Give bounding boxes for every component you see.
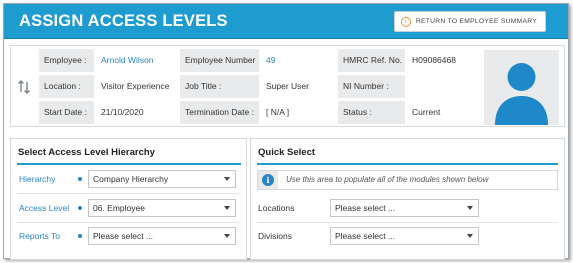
chevron-down-icon xyxy=(224,234,230,238)
locations-label: Locations xyxy=(258,203,295,213)
panel-accent-rule xyxy=(17,163,241,165)
job-title-label: Job Title : xyxy=(180,75,260,98)
hmrc-ref-value: H09086468 xyxy=(406,49,480,72)
reports-to-select-value: Please select ... xyxy=(93,231,154,241)
row-divider xyxy=(17,222,241,223)
reports-to-label: Reports To xyxy=(19,231,60,241)
required-indicator xyxy=(78,177,82,181)
required-indicator xyxy=(78,234,82,238)
status-value: Current xyxy=(406,101,480,124)
locations-select[interactable]: Please select ... xyxy=(330,199,479,217)
hierarchy-select-value: Company Hierarchy xyxy=(93,174,169,184)
hierarchy-panel-title: Select Access Level Hierarchy xyxy=(18,147,155,158)
status-label: Status : xyxy=(338,101,406,124)
termination-date-value: [ N/A ] xyxy=(260,101,338,124)
chevron-down-icon xyxy=(467,206,473,210)
info-icon-container: i xyxy=(258,171,278,189)
chevron-down-icon xyxy=(224,177,230,181)
employee-number-link[interactable]: 49 xyxy=(260,49,338,72)
hmrc-ref-label: HMRC Ref. No. : xyxy=(338,49,406,88)
start-date-label: Start Date : xyxy=(39,101,95,124)
location-value: Visitor Experience xyxy=(95,75,179,98)
chevron-down-icon xyxy=(467,234,473,238)
employee-avatar xyxy=(484,50,559,125)
panel-accent-rule xyxy=(257,163,558,165)
required-indicator xyxy=(78,206,82,210)
hierarchy-label: Hierarchy xyxy=(19,174,56,184)
info-banner: i Use this area to populate all of the m… xyxy=(257,170,558,190)
employee-label: Employee : xyxy=(39,49,95,72)
info-icon: i xyxy=(262,174,274,186)
access-level-select[interactable]: 06. Employee xyxy=(88,199,236,217)
quick-select-panel: Quick Select i Use this area to populate… xyxy=(250,138,565,260)
return-button-label: RETURN TO EMPLOYEE SUMMARY xyxy=(415,18,537,25)
row-divider xyxy=(17,193,241,194)
swap-arrows-icon[interactable] xyxy=(17,80,33,94)
employee-number-label: Employee Number : xyxy=(180,49,260,88)
reports-to-row: Reports To Please select ... xyxy=(11,227,248,253)
ni-number-value xyxy=(406,75,480,98)
employee-details-panel: Employee : Arnold Wilson Employee Number… xyxy=(10,45,565,127)
divisions-label: Divisions xyxy=(258,231,293,241)
access-level-select-value: 06. Employee xyxy=(93,203,145,213)
page-title: ASSIGN ACCESS LEVELS xyxy=(19,12,228,30)
info-text: Use this area to populate all of the mod… xyxy=(286,175,489,184)
quick-select-title: Quick Select xyxy=(258,147,316,158)
divisions-row: Divisions Please select ... xyxy=(251,227,566,253)
return-to-employee-summary-button[interactable]: ‹ RETURN TO EMPLOYEE SUMMARY xyxy=(393,11,546,32)
window-frame: ASSIGN ACCESS LEVELS ‹ RETURN TO EMPLOYE… xyxy=(3,3,569,260)
job-title-value: Super User xyxy=(260,75,338,98)
access-level-label: Access Level xyxy=(19,203,70,213)
start-date-value: 21/10/2020 xyxy=(95,101,179,124)
locations-select-value: Please select ... xyxy=(335,203,396,213)
reports-to-select[interactable]: Please select ... xyxy=(88,227,236,245)
chevron-down-icon xyxy=(224,206,230,210)
employee-name-link[interactable]: Arnold Wilson xyxy=(95,49,179,72)
person-silhouette-icon xyxy=(495,63,548,125)
access-level-hierarchy-panel: Select Access Level Hierarchy Hierarchy … xyxy=(10,138,247,260)
ni-number-label: NI Number : xyxy=(338,75,406,98)
termination-date-label: Termination Date : xyxy=(180,101,260,124)
row-divider xyxy=(257,222,558,223)
back-arrow-icon: ‹ xyxy=(400,16,411,27)
divisions-select[interactable]: Please select ... xyxy=(330,227,479,245)
divisions-select-value: Please select ... xyxy=(335,231,396,241)
page-header: ASSIGN ACCESS LEVELS ‹ RETURN TO EMPLOYE… xyxy=(4,4,568,39)
hierarchy-select[interactable]: Company Hierarchy xyxy=(88,170,236,188)
location-label: Location : xyxy=(39,75,95,98)
